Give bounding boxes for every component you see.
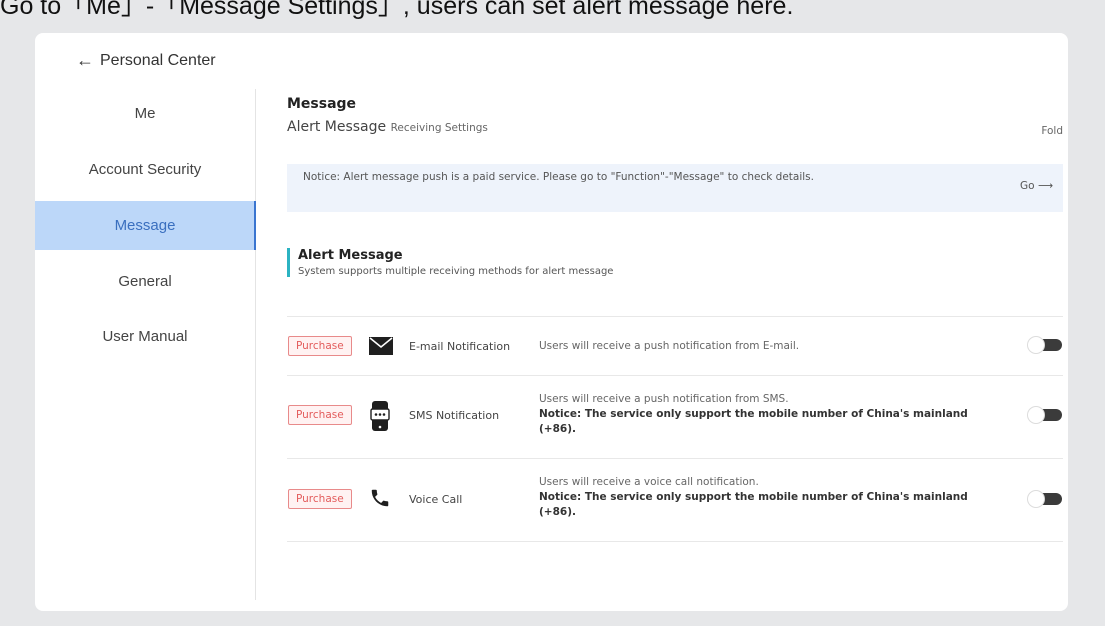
sidebar-item-message[interactable]: Message — [35, 201, 255, 250]
row-name: Voice Call — [409, 493, 463, 506]
page-subtitle: Alert Message Receiving Settings — [287, 119, 488, 135]
email-toggle[interactable] — [1027, 336, 1063, 354]
toggle-knob — [1027, 490, 1045, 508]
row-desc-text: Users will receive a push notification f… — [539, 393, 789, 405]
row-name: SMS Notification — [409, 409, 500, 422]
notice-text: Notice: Alert message push is a paid ser… — [303, 171, 814, 183]
mail-icon — [369, 337, 393, 359]
section-title: Alert Message — [298, 248, 403, 263]
sidebar-item-label: Account Security — [88, 161, 202, 178]
fold-button[interactable]: Fold — [1041, 125, 1063, 137]
notification-row-sms: Purchase SMS Notification Users will rec… — [287, 375, 1063, 458]
active-indicator — [254, 201, 256, 250]
sidebar-item-label: Message — [114, 217, 176, 234]
notification-row-voice: Purchase Voice Call Users will receive a… — [287, 458, 1063, 542]
sidebar-item-account-security[interactable]: Account Security — [35, 145, 255, 194]
purchase-button[interactable]: Purchase — [288, 489, 352, 509]
sidebar-divider — [255, 89, 256, 600]
row-notice-text: Notice: The service only support the mob… — [539, 408, 968, 435]
toggle-knob — [1027, 406, 1045, 424]
sidebar-item-label: Me — [134, 105, 156, 122]
phone-icon — [369, 487, 391, 513]
notification-row-email: Purchase E-mail Notification Users will … — [287, 316, 1063, 375]
purchase-button[interactable]: Purchase — [288, 405, 352, 425]
go-label: Go — [1020, 180, 1035, 192]
subtitle-small: Receiving Settings — [390, 122, 488, 134]
voice-toggle[interactable] — [1027, 490, 1063, 508]
sms-icon — [369, 401, 391, 435]
back-link[interactable]: ← Personal Center — [76, 50, 216, 71]
toggle-knob — [1027, 336, 1045, 354]
back-arrow-icon: ← — [76, 50, 94, 70]
row-description: Users will receive a voice call notifica… — [539, 475, 979, 520]
sidebar-item-me[interactable]: Me — [35, 89, 255, 138]
section-header: Alert Message System supports multiple r… — [287, 248, 613, 277]
row-desc-text: Users will receive a push notification f… — [539, 340, 800, 352]
row-description: Users will receive a push notification f… — [539, 392, 979, 437]
settings-card: ← Personal Center Me Account Security Me… — [35, 33, 1068, 611]
section-description: System supports multiple receiving metho… — [298, 266, 614, 277]
row-notice-text: Notice: The service only support the mob… — [539, 491, 968, 518]
sidebar-item-label: General — [118, 273, 172, 290]
arrow-right-icon: ⟶ — [1037, 180, 1053, 192]
sidebar-item-general[interactable]: General — [35, 257, 255, 306]
sidebar-item-user-manual[interactable]: User Manual — [35, 312, 255, 361]
sms-toggle[interactable] — [1027, 406, 1063, 424]
notice-banner: Notice: Alert message push is a paid ser… — [287, 164, 1063, 212]
sidebar-item-label: User Manual — [102, 328, 188, 345]
row-desc-text: Users will receive a voice call notifica… — [539, 476, 759, 488]
row-description: Users will receive a push notification f… — [539, 339, 979, 354]
purchase-button[interactable]: Purchase — [288, 336, 352, 356]
instruction-caption: Go to「Me」-「Message Settings」, users can … — [0, 0, 794, 20]
back-label: Personal Center — [100, 51, 216, 69]
row-name: E-mail Notification — [409, 340, 511, 353]
page-title: Message — [287, 96, 357, 112]
go-link[interactable]: Go ⟶ — [1020, 180, 1053, 193]
subtitle-main: Alert Message — [287, 119, 387, 135]
